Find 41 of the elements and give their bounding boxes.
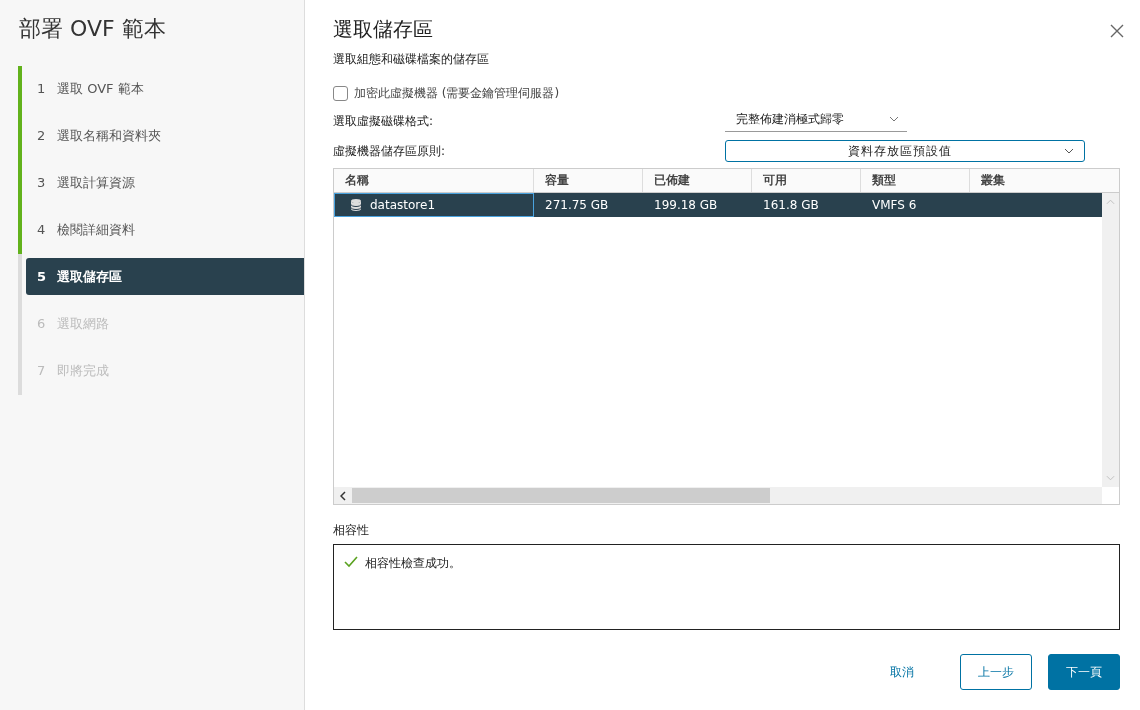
table-cell: 271.75 GB: [545, 198, 609, 212]
storage-policy-select[interactable]: 資料存放區預設值: [725, 140, 1085, 162]
wizard-step[interactable]: 3 選取計算資源: [26, 164, 304, 201]
field-label: 選取虛擬磁碟格式:: [333, 112, 435, 130]
checkbox-label: 加密此虛擬機器 (需要金鑰管理伺服器): [354, 85, 560, 102]
page-subtitle: 選取組態和磁碟檔案的儲存區: [333, 51, 490, 68]
wizard-step[interactable]: 1 選取 OVF 範本: [26, 70, 304, 107]
column-header[interactable]: 叢集: [970, 169, 1102, 192]
field-label: 虛擬機器儲存區原則:: [333, 142, 447, 160]
disk-format-select[interactable]: 完整佈建消極式歸零: [725, 110, 907, 132]
close-icon[interactable]: [1110, 24, 1124, 38]
table-cell: 161.8 GB: [763, 198, 819, 212]
table-row[interactable]: datastore1 271.75 GB 199.18 GB 161.8 GB VMFS 6: [334, 193, 1102, 217]
back-button[interactable]: 上一步: [960, 654, 1032, 690]
section-label: 相容性: [333, 522, 370, 539]
wizard-title: 部署 OVF 範本: [18, 15, 167, 43]
column-header[interactable]: 類型: [861, 169, 970, 192]
table-cell: VMFS 6: [872, 198, 917, 212]
table-cell: datastore1: [370, 198, 435, 212]
column-header[interactable]: 名稱: [334, 169, 534, 192]
page-title: 選取儲存區: [333, 16, 433, 43]
checkmark-icon: [344, 556, 358, 568]
column-header[interactable]: 已佈建: [643, 169, 752, 192]
next-button[interactable]: 下一頁: [1048, 654, 1120, 690]
encrypt-checkbox[interactable]: [333, 86, 348, 101]
cancel-button[interactable]: 取消: [874, 654, 930, 690]
wizard-step[interactable]: 4 檢閱詳細資料: [26, 211, 304, 248]
wizard-step[interactable]: 5 選取儲存區: [26, 258, 304, 295]
column-header[interactable]: 可用: [752, 169, 861, 192]
horizontal-scrollbar[interactable]: [334, 487, 1102, 504]
table-cell: 199.18 GB: [654, 198, 718, 212]
database-icon: [350, 198, 362, 212]
scroll-left-icon[interactable]: [340, 490, 346, 501]
scroll-up-icon[interactable]: [1106, 199, 1115, 205]
compatibility-message: 相容性檢查成功。: [365, 555, 461, 572]
caret-icon: [889, 116, 899, 122]
caret-icon: [1064, 148, 1074, 154]
wizard-step[interactable]: 2 選取名稱和資料夾: [26, 117, 304, 154]
column-header[interactable]: 容量: [534, 169, 643, 192]
vertical-scrollbar[interactable]: [1102, 193, 1119, 487]
scroll-down-icon[interactable]: [1106, 475, 1115, 481]
